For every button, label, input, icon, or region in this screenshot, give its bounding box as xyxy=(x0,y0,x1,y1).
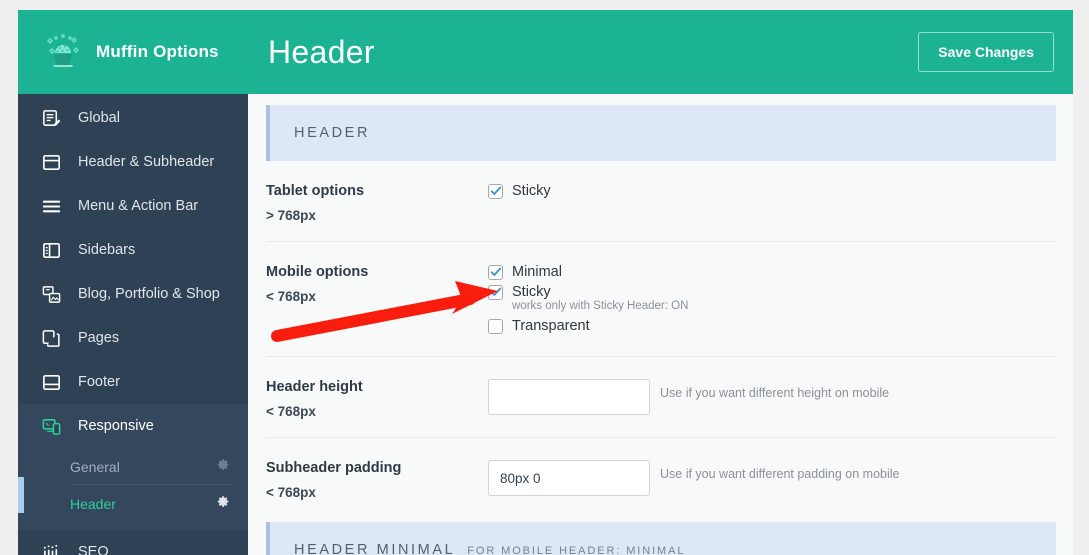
muffin-icon xyxy=(42,31,84,73)
section-title: HEADER xyxy=(294,125,371,141)
tablet-sticky-checkbox[interactable]: Sticky xyxy=(488,183,1056,199)
sidebar-item-blog-portfolio-shop[interactable]: Blog, Portfolio & Shop xyxy=(18,272,248,316)
row-label: Subheader padding < 768px xyxy=(266,460,488,500)
checkbox-checked-icon[interactable] xyxy=(488,183,503,199)
row-fields xyxy=(488,379,660,415)
sidebar-item-label: Global xyxy=(78,110,120,126)
pages-copy-icon xyxy=(40,327,62,349)
sidebar-subitem-label: General xyxy=(70,458,120,475)
row-fields: Minimal Sticky works only with Sticky He… xyxy=(488,264,1056,338)
sidebar-submenu-responsive: General Header xyxy=(18,448,248,530)
sidebar: Muffin Options Global Header & Subheader… xyxy=(18,10,248,555)
row-label: Tablet options > 768px xyxy=(266,183,488,223)
seo-bars-icon xyxy=(40,541,62,555)
row-subheader-padding: Subheader padding < 768px Use if you wan… xyxy=(266,438,1056,518)
sidebar-item-global[interactable]: Global xyxy=(18,96,248,140)
sidebar-item-header-subheader[interactable]: Header & Subheader xyxy=(18,140,248,184)
sidebar-item-seo[interactable]: SEO xyxy=(18,530,248,555)
section-banner-header: HEADER xyxy=(266,105,1056,161)
row-fields xyxy=(488,460,660,496)
row-title: Tablet options xyxy=(266,183,365,199)
row-subtitle: < 768px xyxy=(266,485,316,500)
sidebar-item-responsive[interactable]: Responsive xyxy=(18,404,248,448)
checkbox-checked-icon[interactable] xyxy=(488,284,503,300)
footer-layout-icon xyxy=(40,371,62,393)
checkbox-label: Transparent xyxy=(512,318,590,334)
row-label: Mobile options < 768px xyxy=(266,264,488,304)
main-panel: Header Save Changes HEADER Tablet option… xyxy=(248,10,1073,555)
save-button[interactable]: Save Changes xyxy=(918,32,1054,72)
row-subtitle: < 768px xyxy=(266,404,316,419)
subheader-padding-input[interactable] xyxy=(488,460,650,496)
sidebar-item-label: Header & Subheader xyxy=(78,154,215,170)
header-height-input[interactable] xyxy=(488,379,650,415)
active-item-marker xyxy=(18,477,24,513)
row-title: Subheader padding xyxy=(266,460,402,476)
row-tablet-options: Tablet options > 768px Sticky xyxy=(266,161,1056,242)
sidebar-subitem-label: Header xyxy=(70,495,116,512)
checkbox-unchecked-icon[interactable] xyxy=(488,318,503,334)
gear-icon[interactable] xyxy=(217,495,230,513)
section-title: HEADER MINIMAL xyxy=(294,542,456,555)
sidebar-subitem-header[interactable]: Header xyxy=(18,485,248,522)
row-header-height: Header height < 768px Use if you want di… xyxy=(266,357,1056,438)
mobile-transparent-checkbox[interactable]: Transparent xyxy=(488,318,1056,334)
sidebar-item-label: SEO xyxy=(78,544,109,555)
sidebar-subitem-general[interactable]: General xyxy=(18,448,248,485)
blog-grid-icon xyxy=(40,283,62,305)
brand-logo[interactable]: Muffin Options xyxy=(18,10,248,94)
checkbox-label: Sticky xyxy=(512,183,551,199)
sidebar-item-sidebars[interactable]: Sidebars xyxy=(18,228,248,272)
page-title: Header xyxy=(268,33,375,70)
checkbox-label: Sticky xyxy=(512,284,551,300)
row-help-text: Use if you want different padding on mob… xyxy=(660,467,900,481)
section-subtitle: FOR MOBILE HEADER: MINIMAL xyxy=(467,545,686,555)
mobile-minimal-checkbox[interactable]: Minimal xyxy=(488,264,1056,280)
mobile-sticky-checkbox[interactable]: Sticky xyxy=(488,284,1056,300)
admin-panel: Muffin Options Global Header & Subheader… xyxy=(18,10,1073,555)
gear-icon[interactable] xyxy=(217,458,230,476)
document-edit-icon xyxy=(40,107,62,129)
brand-name: Muffin Options xyxy=(96,42,219,61)
row-title: Header height xyxy=(266,379,363,395)
sidebar-item-label: Blog, Portfolio & Shop xyxy=(78,286,220,302)
sidebar-nav: Global Header & Subheader Menu & Action … xyxy=(18,94,248,555)
section-banner-header-minimal: HEADER MINIMAL FOR MOBILE HEADER: MINIMA… xyxy=(266,522,1056,555)
settings-content: HEADER Tablet options > 768px Sticky Mob… xyxy=(248,94,1073,555)
page-topbar: Header Save Changes xyxy=(248,10,1073,94)
row-subtitle: < 768px xyxy=(266,289,316,304)
sidebar-item-label: Sidebars xyxy=(78,242,136,258)
sidebar-item-pages[interactable]: Pages xyxy=(18,316,248,360)
hamburger-menu-icon xyxy=(40,195,62,217)
checkbox-label: Minimal xyxy=(512,264,562,280)
sidebar-item-label: Footer xyxy=(78,374,120,390)
row-subtitle: > 768px xyxy=(266,208,316,223)
checkbox-checked-icon[interactable] xyxy=(488,264,503,280)
sidebar-item-label: Menu & Action Bar xyxy=(78,198,199,214)
mobile-sticky-note: works only with Sticky Header: ON xyxy=(512,300,689,312)
header-layout-icon xyxy=(40,151,62,173)
responsive-devices-icon xyxy=(40,415,62,437)
sidebar-layout-icon xyxy=(40,239,62,261)
row-fields: Sticky xyxy=(488,183,1056,203)
sidebar-item-menu-action-bar[interactable]: Menu & Action Bar xyxy=(18,184,248,228)
row-help-text: Use if you want different height on mobi… xyxy=(660,386,890,400)
row-title: Mobile options xyxy=(266,264,369,280)
row-label: Header height < 768px xyxy=(266,379,488,419)
sidebar-item-label: Pages xyxy=(78,330,120,346)
sidebar-item-label: Responsive xyxy=(78,418,154,434)
sidebar-item-footer[interactable]: Footer xyxy=(18,360,248,404)
row-mobile-options: Mobile options < 768px Minimal Sticky wo… xyxy=(266,242,1056,357)
